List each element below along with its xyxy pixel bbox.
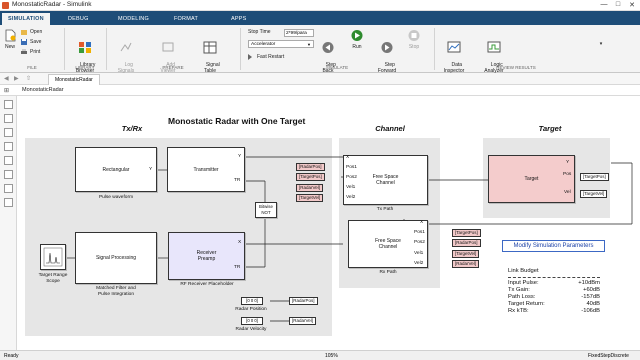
from-radar-pos[interactable]: [RadarPos] <box>452 239 481 247</box>
port-pos2: Pos2 <box>346 175 357 180</box>
solver-status[interactable]: FixedStepDiscrete <box>588 353 629 359</box>
from-target-pos[interactable]: [TargetPos] <box>296 173 325 181</box>
budget-label: Rx kTB: <box>508 308 529 314</box>
target-label: Target <box>524 176 539 182</box>
budget-label: Path Loss: <box>508 294 536 300</box>
port-pos1: Pos1 <box>346 165 357 170</box>
port-tr: TR <box>234 178 241 183</box>
transmitter-label: Transmitter <box>193 166 219 173</box>
budget-value: -157dB <box>581 294 600 300</box>
port-x: X <box>420 220 424 225</box>
list-item: Input Pulse: +10dBm <box>508 280 600 287</box>
target-block[interactable]: Target <box>488 155 575 203</box>
port-vel2: Vel2 <box>346 195 356 200</box>
matched-filter-caption: Matched Filter and Pulse Integration <box>96 286 136 297</box>
free-space-channel-tx-block[interactable]: Free Space Channel <box>343 155 428 205</box>
goto-target-vel[interactable]: [TargetVel] <box>580 190 608 198</box>
port-pos1: Pos1 <box>414 230 425 235</box>
transmitter-block[interactable]: Transmitter <box>167 147 245 192</box>
budget-value: +10dBm <box>578 280 600 286</box>
budget-value: 40dB <box>586 301 600 307</box>
bitwise-not-block[interactable]: Bitwise NOT <box>255 202 277 218</box>
port-x: X <box>238 240 242 245</box>
zoom-level[interactable]: 105% <box>325 353 338 359</box>
signal-processing-block[interactable]: Signal Processing <box>75 232 157 284</box>
scope-icon <box>43 247 63 267</box>
port-y: Y <box>566 160 570 165</box>
from-target-pos[interactable]: [TargetPos] <box>452 229 481 237</box>
rf-placeholder-caption: RF Receiver Placeholder <box>180 282 234 287</box>
budget-value: +60dB <box>583 287 600 293</box>
port-pos2: Pos2 <box>414 240 425 245</box>
link-budget-title: Link Budget <box>508 268 539 274</box>
radar-position-caption: Radar Position <box>235 307 267 312</box>
bitwise-not-label: Bitwise NOT <box>259 204 273 215</box>
port-vel2: Vel2 <box>414 261 424 266</box>
radar-velocity-caption: Radar Velocity <box>235 327 267 332</box>
port-x: X <box>346 155 350 160</box>
link-budget-annotation: Link Budget Input Pulse: +10dBm Tx Gain: +… <box>508 268 600 315</box>
receiver-preamp-label: Receiver Preamp <box>196 250 217 262</box>
goto-radar-vel[interactable]: [RadarVel] <box>289 317 317 325</box>
budget-label: Target Return: <box>508 301 545 307</box>
from-radar-pos[interactable]: [RadarPos] <box>296 163 325 171</box>
from-radar-vel[interactable]: [RadarVel] <box>296 184 324 192</box>
radar-velocity-constant[interactable]: [0 0 0] <box>241 317 263 325</box>
port-pos: Pos <box>563 172 572 177</box>
port-y: Y <box>149 167 153 172</box>
rx-path-caption: Rx Path <box>379 270 397 275</box>
receiver-preamp-block[interactable]: Receiver Preamp <box>168 232 245 280</box>
signal-processing-label: Signal Processing <box>95 255 137 261</box>
port-vel: Vel <box>564 190 571 195</box>
list-item: Path Loss: -157dB <box>508 294 600 301</box>
status-bar: Ready 105% FixedStepDiscrete <box>0 350 640 360</box>
status-text: Ready <box>4 353 19 359</box>
list-item: Tx Gain: +60dB <box>508 287 600 294</box>
budget-value: -106dB <box>581 308 600 314</box>
scope-block[interactable] <box>40 244 66 270</box>
list-item: Target Return: 40dB <box>508 301 600 308</box>
modify-simulation-parameters-button[interactable]: Modify Simulation Parameters <box>502 240 605 252</box>
goto-radar-pos[interactable]: [RadarPos] <box>289 297 318 305</box>
goto-target-pos[interactable]: [TargetPos] <box>580 173 609 181</box>
port-y: Y <box>238 154 242 159</box>
pulse-waveform-caption: Pulse waveform <box>98 195 134 200</box>
radar-position-constant[interactable]: [0 0 0] <box>241 297 263 305</box>
budget-label: Input Pulse: <box>508 280 539 286</box>
divider <box>508 277 600 278</box>
from-target-vel[interactable]: [TargetVel] <box>296 194 324 202</box>
target-range-scope-caption: Target Range Scope <box>38 273 68 284</box>
port-tr: TR <box>234 265 241 270</box>
rectangular-waveform-block[interactable]: Rectangular <box>75 147 157 192</box>
from-radar-vel[interactable]: [RadarVel] <box>452 260 480 268</box>
list-item: Rx kTB: -106dB <box>508 308 600 315</box>
from-target-vel[interactable]: [TargetVel] <box>452 250 480 258</box>
tx-path-caption: Tx Path <box>376 207 394 212</box>
port-vel1: Vel1 <box>414 251 424 256</box>
budget-label: Tx Gain: <box>508 287 530 293</box>
port-vel1: Vel1 <box>346 185 356 190</box>
rectangular-label: Rectangular <box>102 166 130 173</box>
